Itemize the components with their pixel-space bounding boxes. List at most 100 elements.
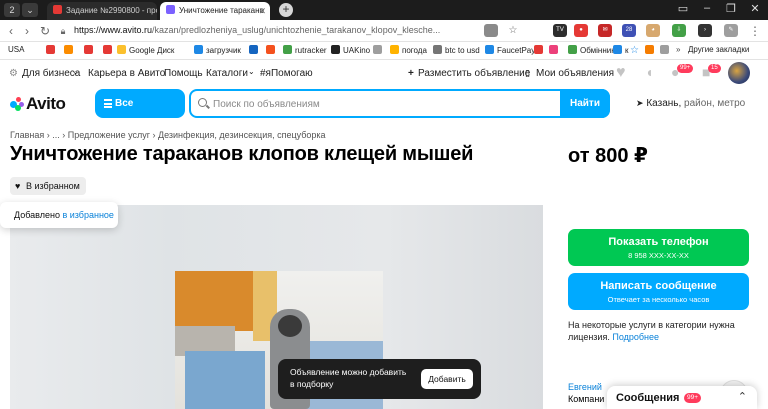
business-chevron-icon: ⌄ xyxy=(72,67,79,76)
bookmark-btc[interactable]: btc to usd xyxy=(433,45,480,55)
tab-menu-chevron-icon[interactable]: ⌄ xyxy=(22,3,38,17)
tab-avito-label: Уничтожение таракано xyxy=(179,6,264,15)
breadcrumb[interactable]: Главная › ... › Предложение услуг › Дези… xyxy=(10,130,326,140)
heart-icon: ♥ xyxy=(15,181,21,191)
bookmark-loader[interactable]: загрузчик xyxy=(194,45,241,55)
bookmarks-overflow[interactable]: » xyxy=(676,45,680,54)
write-message-button[interactable]: Написать сообщение Отвечает за несколько… xyxy=(568,273,749,310)
bookmark-k[interactable]: к xyxy=(613,45,629,55)
nav-post-ad[interactable]: Разместить объявление xyxy=(418,68,530,79)
blogger-icon xyxy=(645,45,654,54)
license-more-link[interactable]: Подробнее xyxy=(612,332,659,342)
tab-task-favicon-icon xyxy=(53,5,62,14)
notifications-bell-icon[interactable]: ◖ xyxy=(645,64,653,80)
bookmark-heart[interactable] xyxy=(549,45,561,55)
response-time: Отвечает за несколько часов xyxy=(607,295,710,304)
new-tab-plus-icon[interactable]: + xyxy=(279,3,293,17)
counter-extension-icon[interactable]: 28 xyxy=(622,24,636,37)
other-bookmarks[interactable]: Другие закладки xyxy=(688,45,749,54)
nav-my-ads[interactable]: Мои объявления xyxy=(536,68,614,79)
seller-info[interactable]: Евгений Компани xyxy=(568,381,604,405)
search-button[interactable]: Найти xyxy=(560,89,610,118)
location-arrow-icon: ➤ xyxy=(636,98,644,108)
bookmark-f[interactable] xyxy=(266,45,278,55)
bookmark-youtube-icon xyxy=(84,45,93,54)
tab-close-icon[interactable]: ✕ xyxy=(258,2,266,20)
cart-badge: 15 xyxy=(708,64,721,73)
favorite-toast-text: Добавлено xyxy=(14,210,63,220)
bookmark-blogger[interactable] xyxy=(645,45,657,55)
url-field[interactable]: https://www.avito.ru/kazan/predlozheniya… xyxy=(74,25,440,35)
bookmark-star-icon[interactable]: ☆ xyxy=(506,24,520,38)
bookmark-youtube[interactable] xyxy=(84,45,96,55)
faucetpay-icon xyxy=(485,45,494,54)
close-window-icon[interactable]: ✕ xyxy=(746,2,764,15)
tab-counter[interactable]: 2 xyxy=(4,3,20,17)
bookmark-star[interactable]: ☆ xyxy=(630,45,639,56)
k-icon xyxy=(613,45,622,54)
favorite-toast-link[interactable]: в избранное xyxy=(62,210,113,220)
nav-help[interactable]: Помощь xyxy=(164,68,203,79)
search-input[interactable] xyxy=(213,96,543,112)
arrow-extension-icon[interactable]: › xyxy=(698,24,712,37)
bookmark-weather[interactable]: погода xyxy=(390,45,427,55)
uakino-icon xyxy=(331,45,340,54)
nav-pomogayu[interactable]: #яПомогаю xyxy=(260,68,313,79)
download-extension-icon[interactable]: ⇩ xyxy=(672,24,686,37)
user-avatar[interactable] xyxy=(728,62,750,84)
bookmark-grid[interactable] xyxy=(660,45,672,55)
bookmark-rutracker[interactable]: rutracker xyxy=(283,45,327,55)
back-icon[interactable]: ‹ xyxy=(4,24,18,38)
bookmark-uakino[interactable]: UAKino xyxy=(331,45,370,55)
show-phone-label: Показать телефон xyxy=(608,236,709,248)
forward-icon[interactable]: › xyxy=(20,24,34,38)
lock-icon[interactable]: 🔒︎ xyxy=(56,24,70,38)
bookmark-usa[interactable]: USA xyxy=(8,45,24,54)
red-extension-icon[interactable]: ● xyxy=(574,24,588,37)
rutracker-icon xyxy=(283,45,292,54)
bookmark-empty[interactable] xyxy=(373,45,385,55)
mail-extension-icon[interactable]: ✉ xyxy=(598,24,612,37)
tv-extension-icon[interactable]: TV xyxy=(553,24,567,37)
google-drive-icon xyxy=(117,45,126,54)
location-city: Казань, xyxy=(646,98,682,109)
bookmark-red-2[interactable] xyxy=(534,45,546,55)
page-icon xyxy=(373,45,382,54)
nav-catalogs[interactable]: Каталоги xyxy=(206,68,248,79)
pen-extension-icon[interactable]: ✎ xyxy=(724,24,738,37)
reader-icon[interactable] xyxy=(484,24,498,37)
address-bar: ‹ › ↻ 🔒︎ https://www.avito.ru/kazan/pred… xyxy=(0,20,768,42)
messages-panel[interactable]: Сообщения 99+ ⌃ xyxy=(607,386,757,409)
show-phone-button[interactable]: Показать телефон 8 958 XXX-XX-XX xyxy=(568,229,749,266)
owl-extension-icon[interactable]: ◕ xyxy=(646,24,660,37)
bookmarks-bar: USA Google Диск загрузчик rutracker UAKi… xyxy=(0,42,768,60)
reload-icon[interactable]: ↻ xyxy=(38,24,52,38)
bookmark-faucetpay[interactable]: FaucetPay xyxy=(485,45,535,55)
chevron-up-icon[interactable]: ⌃ xyxy=(738,390,747,403)
seller-type: Компани xyxy=(568,394,605,404)
bookmark-red-icon xyxy=(46,45,55,54)
add-to-collection-button[interactable]: Добавить xyxy=(421,369,473,389)
seller-name[interactable]: Евгений xyxy=(568,381,604,393)
messages-badge: 99+ xyxy=(677,64,694,73)
bookmark-exchanger[interactable]: Обмінник xyxy=(568,45,615,55)
in-favorites-button[interactable]: ♥ В избранном xyxy=(10,177,86,195)
favorites-heart-icon[interactable]: ♥ xyxy=(616,64,626,82)
bookmark-yandex[interactable] xyxy=(64,45,76,55)
bookmark-gmail[interactable] xyxy=(103,45,115,55)
nav-career[interactable]: Карьера в Авито xyxy=(88,68,165,79)
bookmark-red[interactable] xyxy=(46,45,58,55)
tab-search-icon[interactable]: ▭ xyxy=(674,2,692,15)
restore-icon[interactable]: ❐ xyxy=(722,2,740,15)
bookmark-vk[interactable] xyxy=(249,45,261,55)
browser-tab-bar: 2 ⌄ Задание №2990800 - про Уничтожение т… xyxy=(0,0,768,20)
all-categories-button[interactable]: Все категории xyxy=(95,89,185,138)
location-selector[interactable]: ➤ Казань, район, метро xyxy=(636,98,745,109)
bookmark-yandex-icon xyxy=(64,45,73,54)
tab-avito[interactable]: Уничтожение таракано ✕ xyxy=(160,2,270,20)
bookmark-google-drive[interactable]: Google Диск xyxy=(117,45,174,55)
minimize-icon[interactable]: – xyxy=(698,2,716,14)
tab-task[interactable]: Задание №2990800 - про xyxy=(47,2,157,20)
browser-menu-icon[interactable]: ⋮ xyxy=(748,24,762,38)
search-icon xyxy=(198,98,207,107)
